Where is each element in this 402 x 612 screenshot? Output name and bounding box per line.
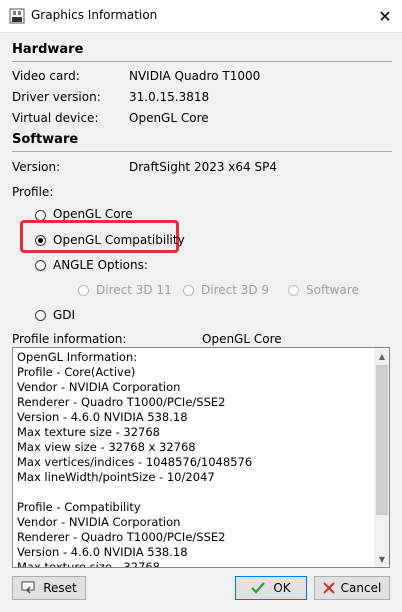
info-line: Max texture size - 32768 — [17, 425, 160, 439]
radio-direct3d11[interactable] — [78, 285, 89, 296]
scroll-down-icon[interactable]: ▼ — [374, 551, 389, 567]
virtual-device-value: OpenGL Core — [129, 111, 209, 125]
reset-button[interactable]: Reset — [12, 576, 86, 600]
reset-label: Reset — [43, 581, 77, 595]
radio-gdi[interactable] — [35, 310, 46, 321]
hardware-divider — [12, 61, 392, 62]
cancel-button[interactable]: Cancel — [314, 576, 390, 600]
radio-angle-options[interactable] — [35, 260, 46, 271]
info-line: Version - 4.6.0 NVIDIA 538.18 — [17, 410, 188, 424]
reset-icon — [21, 581, 35, 594]
virtual-device-label: Virtual device: — [12, 111, 99, 125]
checkmark-icon — [251, 582, 266, 594]
title-bar: Graphics Information ✕ — [0, 0, 402, 33]
info-line: Vendor - NVIDIA Corporation — [17, 380, 181, 394]
info-line: Profile - Core(Active) — [17, 365, 136, 379]
info-line: Vendor - NVIDIA Corporation — [17, 515, 181, 529]
profile-info-value: OpenGL Core — [202, 332, 282, 346]
radio-direct3d9[interactable] — [183, 285, 194, 296]
info-line: Profile - Compatibility — [17, 500, 141, 514]
info-line: Max texture size - 32768 — [17, 560, 160, 568]
radio-software[interactable] — [288, 285, 299, 296]
direct3d11-label[interactable]: Direct 3D 11 — [96, 283, 172, 297]
version-label: Version: — [12, 160, 61, 174]
software-heading: Software — [12, 132, 79, 147]
cancel-x-icon — [322, 582, 335, 594]
profile-info-textbox[interactable]: OpenGL Information: Profile - Core(Activ… — [12, 347, 390, 568]
driver-version-label: Driver version: — [12, 90, 101, 104]
driver-version-value: 31.0.15.3818 — [129, 90, 210, 104]
info-line: Max lineWidth/pointSize - 10/2047 — [17, 470, 215, 484]
opengl-compatibility-label[interactable]: OpenGL Compatibility — [53, 233, 185, 247]
software-divider — [12, 151, 392, 152]
ok-label: OK — [273, 581, 291, 595]
direct3d9-label[interactable]: Direct 3D 9 — [201, 283, 269, 297]
info-line: Max view size - 32768 x 32768 — [17, 440, 196, 454]
angle-options-label[interactable]: ANGLE Options: — [53, 258, 148, 272]
info-line: Renderer - Quadro T1000/PCIe/SSE2 — [17, 530, 226, 544]
info-line: OpenGL Information: — [17, 350, 138, 364]
window-title: Graphics Information — [31, 8, 158, 22]
video-card-label: Video card: — [12, 69, 80, 83]
video-card-value: NVIDIA Quadro T1000 — [129, 69, 261, 83]
cancel-label: Cancel — [340, 581, 382, 595]
ok-button[interactable]: OK — [235, 576, 307, 600]
app-icon — [9, 8, 25, 24]
profile-info-label: Profile information: — [12, 332, 127, 346]
gdi-label[interactable]: GDI — [53, 308, 75, 322]
vertical-scrollbar[interactable]: ▲ ▼ — [374, 348, 389, 567]
info-line: Renderer - Quadro T1000/PCIe/SSE2 — [17, 395, 226, 409]
software-label[interactable]: Software — [306, 283, 359, 297]
scrollbar-thumb[interactable] — [376, 365, 388, 515]
profile-label: Profile: — [12, 185, 54, 199]
info-line: Version - 4.6.0 NVIDIA 538.18 — [17, 545, 188, 559]
close-icon[interactable]: ✕ — [368, 0, 402, 32]
hardware-heading: Hardware — [12, 42, 84, 57]
radio-opengl-compatibility[interactable] — [35, 235, 46, 246]
scroll-up-icon[interactable]: ▲ — [374, 348, 389, 364]
version-value: DraftSight 2023 x64 SP4 — [129, 160, 277, 174]
info-line: Max vertices/indices - 1048576/1048576 — [17, 455, 253, 469]
opengl-core-label[interactable]: OpenGL Core — [53, 207, 133, 221]
